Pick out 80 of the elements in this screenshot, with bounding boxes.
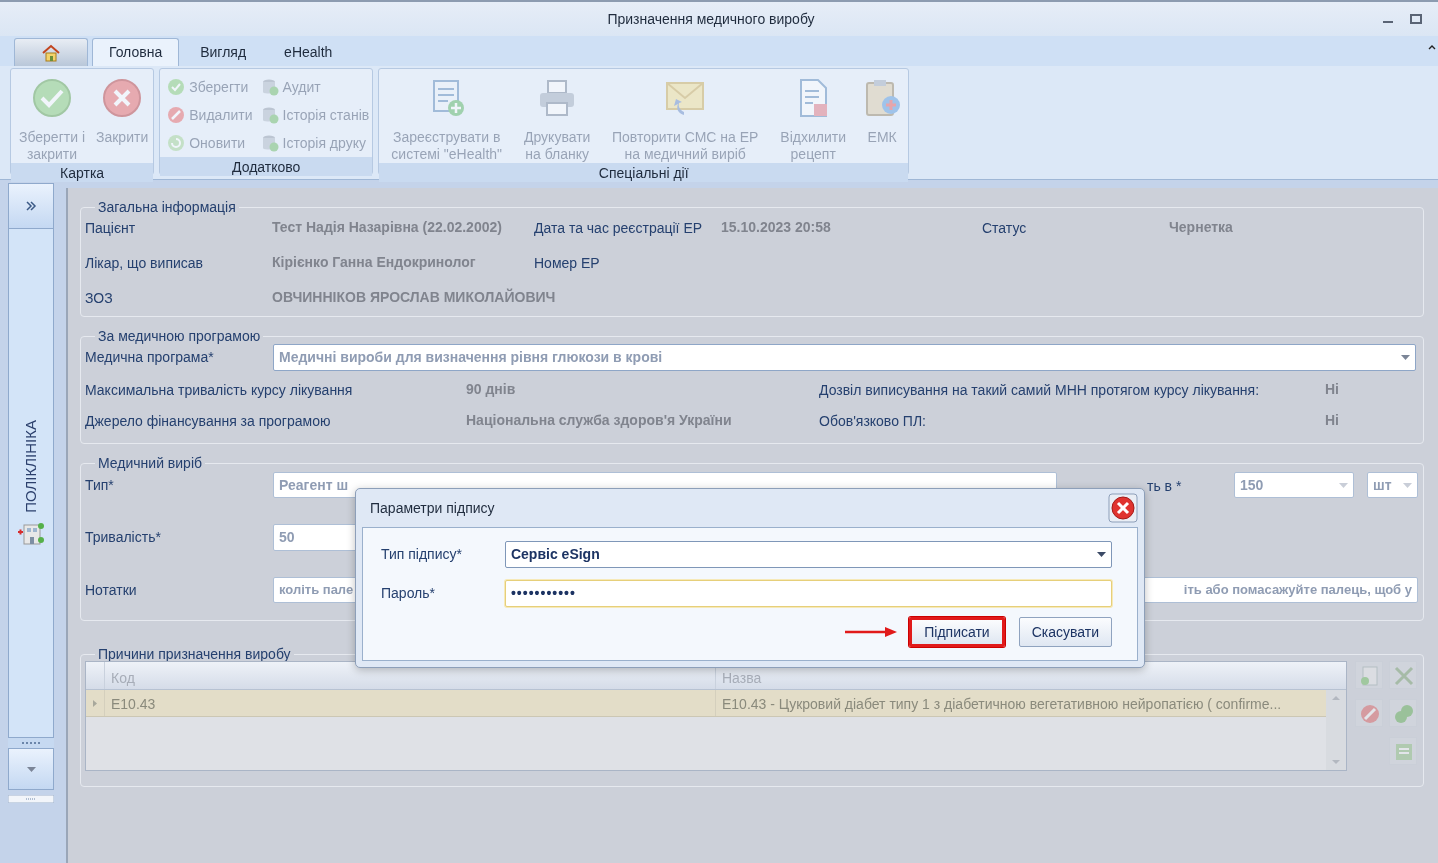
tools-icon [1393,665,1415,687]
cross-icon [101,77,144,119]
field-value: Тест Надія Назарівна (22.02.2002) [272,218,502,236]
field-label: Тип підпису* [381,545,463,564]
field-value: Чернетка [1169,218,1233,236]
section-title: За медичною програмою [97,329,262,343]
field-label: Обов'язково ПЛ: [819,412,927,431]
field-value: Кірієнко Ганна Ендокринолог [272,253,476,271]
field-value: 90 днів [466,380,517,399]
close-icon [1108,493,1138,523]
field-label: Пацієнт [85,219,137,238]
window-title: Призначення медичного виробу [606,9,815,29]
field-label: Медична програма* [85,348,215,367]
section-title: Медичний виріб [97,456,203,470]
field-label: Пароль* [381,584,437,603]
field-label: Джерело фінансування за програмою [85,412,332,431]
dialog-title: Параметри підпису [370,498,495,518]
caret-icon [1339,482,1348,488]
database-icon [260,78,279,96]
field-label: Лікар, що виписав [85,254,204,273]
clinic-icon [17,520,45,547]
database-icon [260,106,279,124]
field-value: Ні [1325,380,1339,399]
row-pointer-icon [93,699,97,707]
database-icon [260,134,279,152]
quantity-combobox[interactable]: 150 [1234,472,1354,498]
password-field[interactable]: ••••••••••• [504,580,1112,607]
link-icon [1393,703,1415,725]
section-title: Причини призначення виробу [97,647,292,661]
field-label: ЗОЗ [85,289,114,308]
double-chevron-icon [25,200,37,212]
cancel-button[interactable]: Скасувати [1018,617,1112,647]
signature-type-combobox[interactable]: Сервіс eSign [504,541,1112,568]
caret-icon [1097,552,1106,557]
ribbon-tab[interactable]: Вигляд [183,38,264,66]
unit-combobox[interactable]: шт [1367,472,1418,498]
field-value: Національна служба здоров'я України [466,411,733,430]
section-title: Загальна інформація [97,200,237,214]
delete-icon [1359,703,1381,725]
scrollbar[interactable] [1326,690,1346,770]
field-label: Дозвіл виписування на такий самий МНН протягом курсу лікування: [819,381,1261,400]
field-label: Максимальна тривалість курсу лікування [85,381,354,400]
program-combobox[interactable]: Медичні вироби для визначення рівня глюкози в крові [273,344,1416,371]
field-label: Тривалість* [85,528,162,547]
dropdown-button[interactable] [8,748,54,790]
field-label: Статус [982,219,1028,238]
sign-button[interactable]: Підписати [909,617,1005,647]
field-value: Ні [1325,411,1339,430]
field-label: Номер ЕР [534,254,601,273]
field-label: Нотатки [85,581,138,600]
home-icon [41,44,61,63]
collapse-icon[interactable] [1428,44,1436,50]
check-icon [167,78,186,96]
group-title: Спеціальні дії [379,163,909,182]
maximize-icon[interactable] [1410,14,1422,24]
close-button[interactable] [1108,493,1138,523]
annotation-arrow [845,627,898,637]
refresh-icon [167,134,186,152]
home-tab[interactable] [14,38,88,66]
sidebar-label: ПОЛІКЛІНІКА [20,419,40,513]
field-label: Дата та час реєстрації ЕР [534,219,704,238]
caret-icon [26,766,36,772]
grip-icon[interactable] [8,738,54,748]
delete-icon [167,106,186,124]
grip-icon[interactable] [8,795,54,803]
group-title: Додатково [160,157,373,176]
check-icon [31,77,73,119]
group-title: Картка [11,163,154,182]
field-value: ОВЧИННІКОВ ЯРОСЛАВ МИКОЛАЙОВИЧ [272,288,556,306]
field-value: 15.10.2023 20:58 [721,218,831,236]
field-label: Тип* [85,476,115,495]
caret-icon [1403,482,1412,488]
list-icon [1393,741,1415,763]
ribbon-tab[interactable]: Головна [92,38,180,66]
ribbon-tab[interactable]: eHealth [267,38,350,66]
expand-button[interactable] [8,183,54,229]
field-label: ть в * [1147,477,1183,496]
table-cell: E10.43 [104,690,715,716]
caret-icon [1401,355,1410,360]
document-icon [1359,665,1381,687]
